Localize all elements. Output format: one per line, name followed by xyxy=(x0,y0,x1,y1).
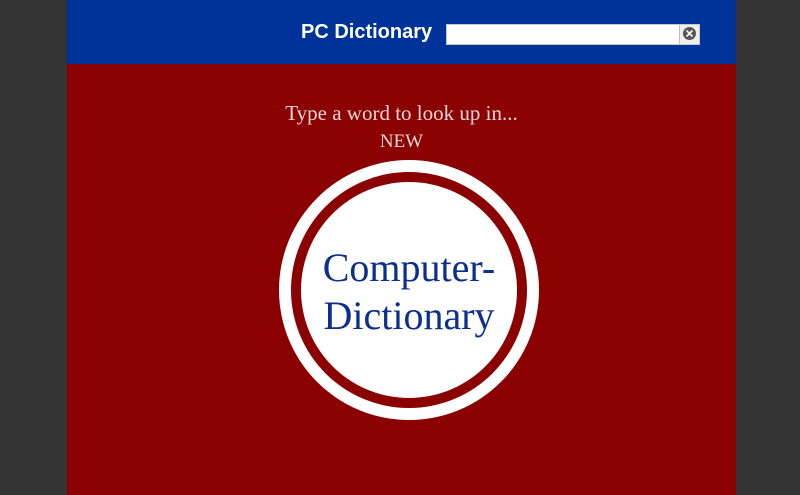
clear-search-button[interactable] xyxy=(679,25,699,44)
new-badge: NEW xyxy=(379,131,424,152)
app-header: PC Dictionary xyxy=(67,0,736,64)
lookup-prompt: Type a word to look up in... xyxy=(285,101,518,125)
search-input[interactable] xyxy=(447,25,679,44)
logo-inner-circle: Computer- Dictionary xyxy=(301,182,517,398)
close-circle-icon xyxy=(683,27,696,40)
dictionary-logo: Computer- Dictionary xyxy=(279,160,539,420)
logo-line-1: Computer- xyxy=(322,245,496,290)
logo-line-2: Dictionary xyxy=(323,293,495,338)
search-box xyxy=(446,24,700,45)
app-title: PC Dictionary xyxy=(301,21,433,43)
app-panel: PC Dictionary Type a word to look up in.… xyxy=(67,0,736,495)
logo-text: Computer- Dictionary xyxy=(301,244,517,340)
logo-ring: Computer- Dictionary xyxy=(291,172,527,408)
window-frame: PC Dictionary Type a word to look up in.… xyxy=(0,0,800,495)
